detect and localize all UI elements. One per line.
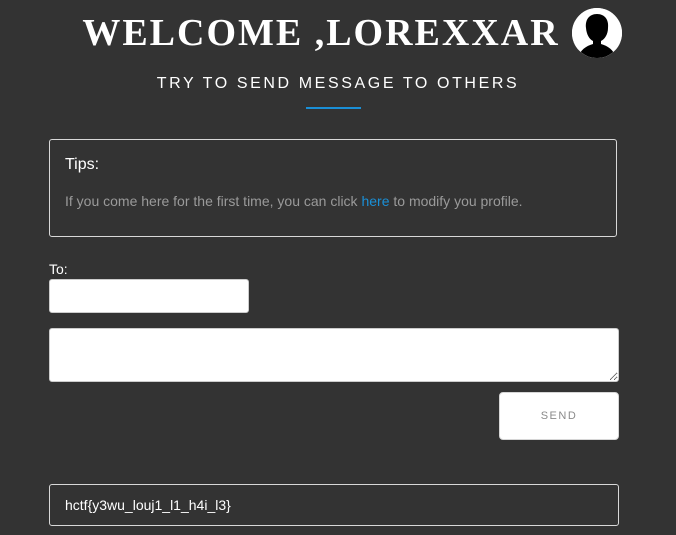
recipient-input[interactable] (49, 279, 249, 313)
tips-heading: Tips: (65, 156, 100, 173)
page-subtitle: TRY TO SEND MESSAGE TO OTHERS (156, 75, 520, 92)
welcome-header: WELCOME ,LOREXXAR (0, 8, 676, 58)
tips-panel: Tips: If you come here for the first tim… (49, 139, 617, 237)
modify-profile-link[interactable]: here (361, 193, 389, 209)
message-textarea[interactable] (49, 328, 619, 382)
welcome-title: WELCOME ,LOREXXAR (82, 12, 560, 54)
tips-text-before: If you come here for the first time, you… (65, 193, 362, 209)
received-message-text: hctf{y3wu_louj1_l1_h4i_l3} (65, 497, 231, 513)
send-button[interactable]: SEND (499, 392, 619, 440)
received-message-item: hctf{y3wu_louj1_l1_h4i_l3} (49, 484, 619, 526)
tips-text: If you come here for the first time, you… (65, 193, 523, 209)
title-underline-divider (306, 107, 361, 109)
page: WELCOME ,LOREXXAR TRY TO SEND MESSAGE TO… (0, 0, 676, 535)
to-label: To: (49, 261, 68, 277)
user-avatar-icon[interactable] (571, 8, 622, 58)
tips-text-after: to modify you profile. (389, 193, 523, 209)
